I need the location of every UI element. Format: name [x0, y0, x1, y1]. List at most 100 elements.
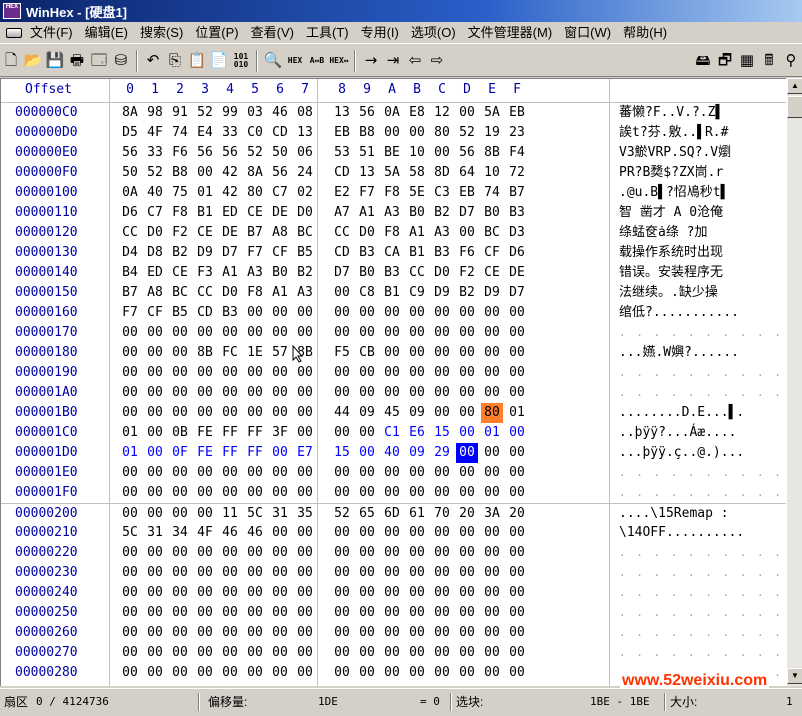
hex-byte[interactable]: 00: [431, 303, 453, 323]
hex-byte[interactable]: 00: [506, 383, 528, 403]
hex-byte[interactable]: 00: [244, 323, 266, 343]
hex-byte[interactable]: A3: [294, 283, 316, 303]
hex-byte[interactable]: DE: [269, 203, 291, 223]
hex-byte[interactable]: F7: [356, 183, 378, 203]
hex-byte[interactable]: 51: [356, 143, 378, 163]
hex-byte[interactable]: 33: [144, 143, 166, 163]
hex-byte[interactable]: 00: [269, 603, 291, 623]
hex-byte[interactable]: 31: [144, 523, 166, 543]
hex-byte[interactable]: 00: [219, 383, 241, 403]
hex-byte[interactable]: 80: [431, 123, 453, 143]
hex-byte[interactable]: 00: [506, 623, 528, 643]
replace-hex-icon[interactable]: HEX↔: [328, 49, 350, 73]
hex-byte[interactable]: 00: [481, 523, 503, 543]
hex-byte[interactable]: C1: [381, 423, 403, 443]
row-text[interactable]: . . . . . . . . . . . . . . . .: [619, 583, 786, 603]
hex-byte[interactable]: 00: [331, 383, 353, 403]
hex-byte[interactable]: CD: [194, 303, 216, 323]
hex-byte[interactable]: FF: [219, 423, 241, 443]
hex-byte[interactable]: ED: [144, 263, 166, 283]
hex-byte[interactable]: 00: [269, 663, 291, 683]
hex-byte[interactable]: 00: [481, 643, 503, 663]
hex-row[interactable]: 00000180 00 00 00 8B FC 1E 57 8B F5 CB 00 00 00 00 00 00…: [1, 343, 786, 363]
hex-byte[interactable]: 00: [406, 543, 428, 563]
magnifier-icon[interactable]: ⚲: [780, 49, 802, 73]
hex-byte[interactable]: 00: [456, 523, 478, 543]
hex-byte[interactable]: 00: [144, 504, 166, 524]
hex-byte[interactable]: 00: [431, 483, 453, 503]
hex-byte[interactable]: 00: [506, 523, 528, 543]
hex-byte[interactable]: 00: [481, 463, 503, 483]
hex-byte[interactable]: CE: [169, 263, 191, 283]
hex-byte[interactable]: 00: [406, 643, 428, 663]
hex-byte[interactable]: 00: [294, 663, 316, 683]
hex-byte[interactable]: 00: [381, 343, 403, 363]
hex-byte[interactable]: 00: [269, 323, 291, 343]
hex-byte[interactable]: F5: [331, 343, 353, 363]
row-text[interactable]: . . . . . . . . . . . . . . . .: [619, 483, 786, 503]
hex-byte[interactable]: 00: [431, 583, 453, 603]
scroll-down-icon[interactable]: ▼: [787, 668, 802, 684]
hex-byte[interactable]: 00: [431, 603, 453, 623]
row-offset[interactable]: 00000100: [15, 183, 78, 203]
windows-icon[interactable]: 🗗: [714, 49, 736, 73]
hex-byte[interactable]: B2: [456, 283, 478, 303]
hex-byte[interactable]: 00: [119, 463, 141, 483]
row-offset[interactable]: 000000C0: [15, 103, 78, 123]
hex-byte[interactable]: 00: [356, 523, 378, 543]
hex-byte[interactable]: DE: [506, 263, 528, 283]
hex-byte[interactable]: 00: [194, 363, 216, 383]
hex-byte[interactable]: 50: [269, 143, 291, 163]
hex-byte[interactable]: CF: [481, 243, 503, 263]
hex-byte[interactable]: 00: [169, 643, 191, 663]
hex-byte[interactable]: 00: [331, 563, 353, 583]
hex-byte[interactable]: 00: [506, 603, 528, 623]
hex-byte[interactable]: 00: [169, 483, 191, 503]
hex-byte[interactable]: 00: [456, 303, 478, 323]
hex-byte[interactable]: 00: [481, 623, 503, 643]
hex-byte[interactable]: B7: [119, 283, 141, 303]
hex-byte[interactable]: 00: [119, 504, 141, 524]
hex-byte[interactable]: 61: [406, 504, 428, 524]
hex-byte[interactable]: 00: [219, 543, 241, 563]
hex-byte[interactable]: FF: [244, 443, 266, 463]
hex-byte[interactable]: 58: [406, 163, 428, 183]
hex-byte[interactable]: 01: [481, 423, 503, 443]
hex-byte[interactable]: F2: [169, 223, 191, 243]
hex-byte[interactable]: A1: [356, 203, 378, 223]
hex-byte[interactable]: B1: [381, 283, 403, 303]
hex-byte[interactable]: 0A: [381, 103, 403, 123]
hex-byte[interactable]: 00: [456, 623, 478, 643]
properties-icon[interactable]: 🗔: [88, 49, 110, 73]
hex-byte[interactable]: D7: [506, 283, 528, 303]
row-offset[interactable]: 000000E0: [15, 143, 78, 163]
hex-byte[interactable]: B5: [294, 243, 316, 263]
hex-row[interactable]: 00000230 00 00 00 00 00 00 00 00 00 00 00 00 00 00 00 00…: [1, 563, 786, 583]
hex-byte[interactable]: A1: [406, 223, 428, 243]
hex-byte[interactable]: 00: [119, 583, 141, 603]
hex-byte[interactable]: 00: [144, 363, 166, 383]
hex-byte[interactable]: 00: [456, 383, 478, 403]
hex-byte[interactable]: 00: [194, 563, 216, 583]
hex-byte[interactable]: F4: [506, 143, 528, 163]
row-offset[interactable]: 000000F0: [15, 163, 78, 183]
hex-byte[interactable]: 00: [506, 463, 528, 483]
hex-byte[interactable]: 00: [219, 623, 241, 643]
hex-byte[interactable]: CB: [356, 343, 378, 363]
hex-byte[interactable]: D0: [294, 203, 316, 223]
hex-row[interactable]: 00000260 00 00 00 00 00 00 00 00 00 00 00 00 00 00 00 00…: [1, 623, 786, 643]
hex-byte[interactable]: B7: [244, 223, 266, 243]
hex-byte[interactable]: 00: [381, 463, 403, 483]
hex-byte[interactable]: CF: [144, 303, 166, 323]
paste-special-icon[interactable]: 📄: [208, 49, 230, 73]
row-offset[interactable]: 000000D0: [15, 123, 78, 143]
hex-byte[interactable]: 5E: [406, 183, 428, 203]
hex-byte[interactable]: 00: [119, 603, 141, 623]
menu-item-0[interactable]: 文件(F): [24, 23, 79, 43]
hex-byte[interactable]: 00: [431, 463, 453, 483]
hex-byte[interactable]: 56: [219, 143, 241, 163]
hex-byte[interactable]: D0: [431, 263, 453, 283]
hex-byte[interactable]: 99: [219, 103, 241, 123]
hex-byte[interactable]: 00: [194, 643, 216, 663]
vertical-scrollbar[interactable]: ▲ ▼: [786, 78, 802, 686]
